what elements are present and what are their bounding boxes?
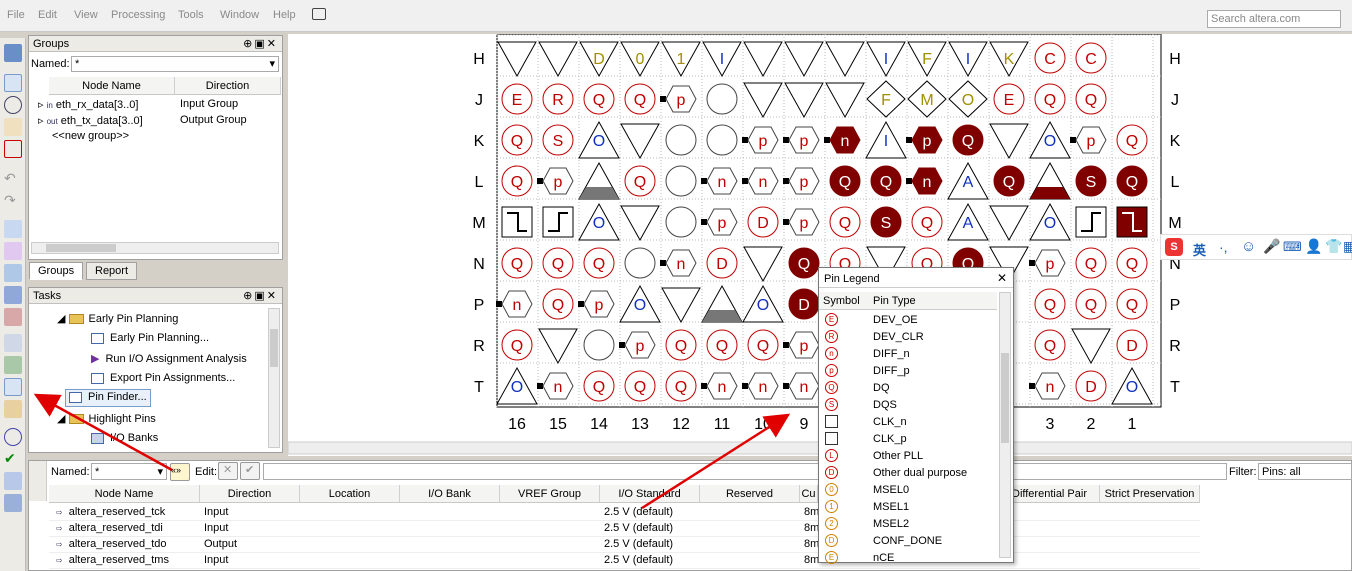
- annotation-arrows: [33, 393, 791, 510]
- arrow-to-pin-legend-button: [33, 393, 173, 472]
- arrow-to-legend-popup: [641, 413, 791, 510]
